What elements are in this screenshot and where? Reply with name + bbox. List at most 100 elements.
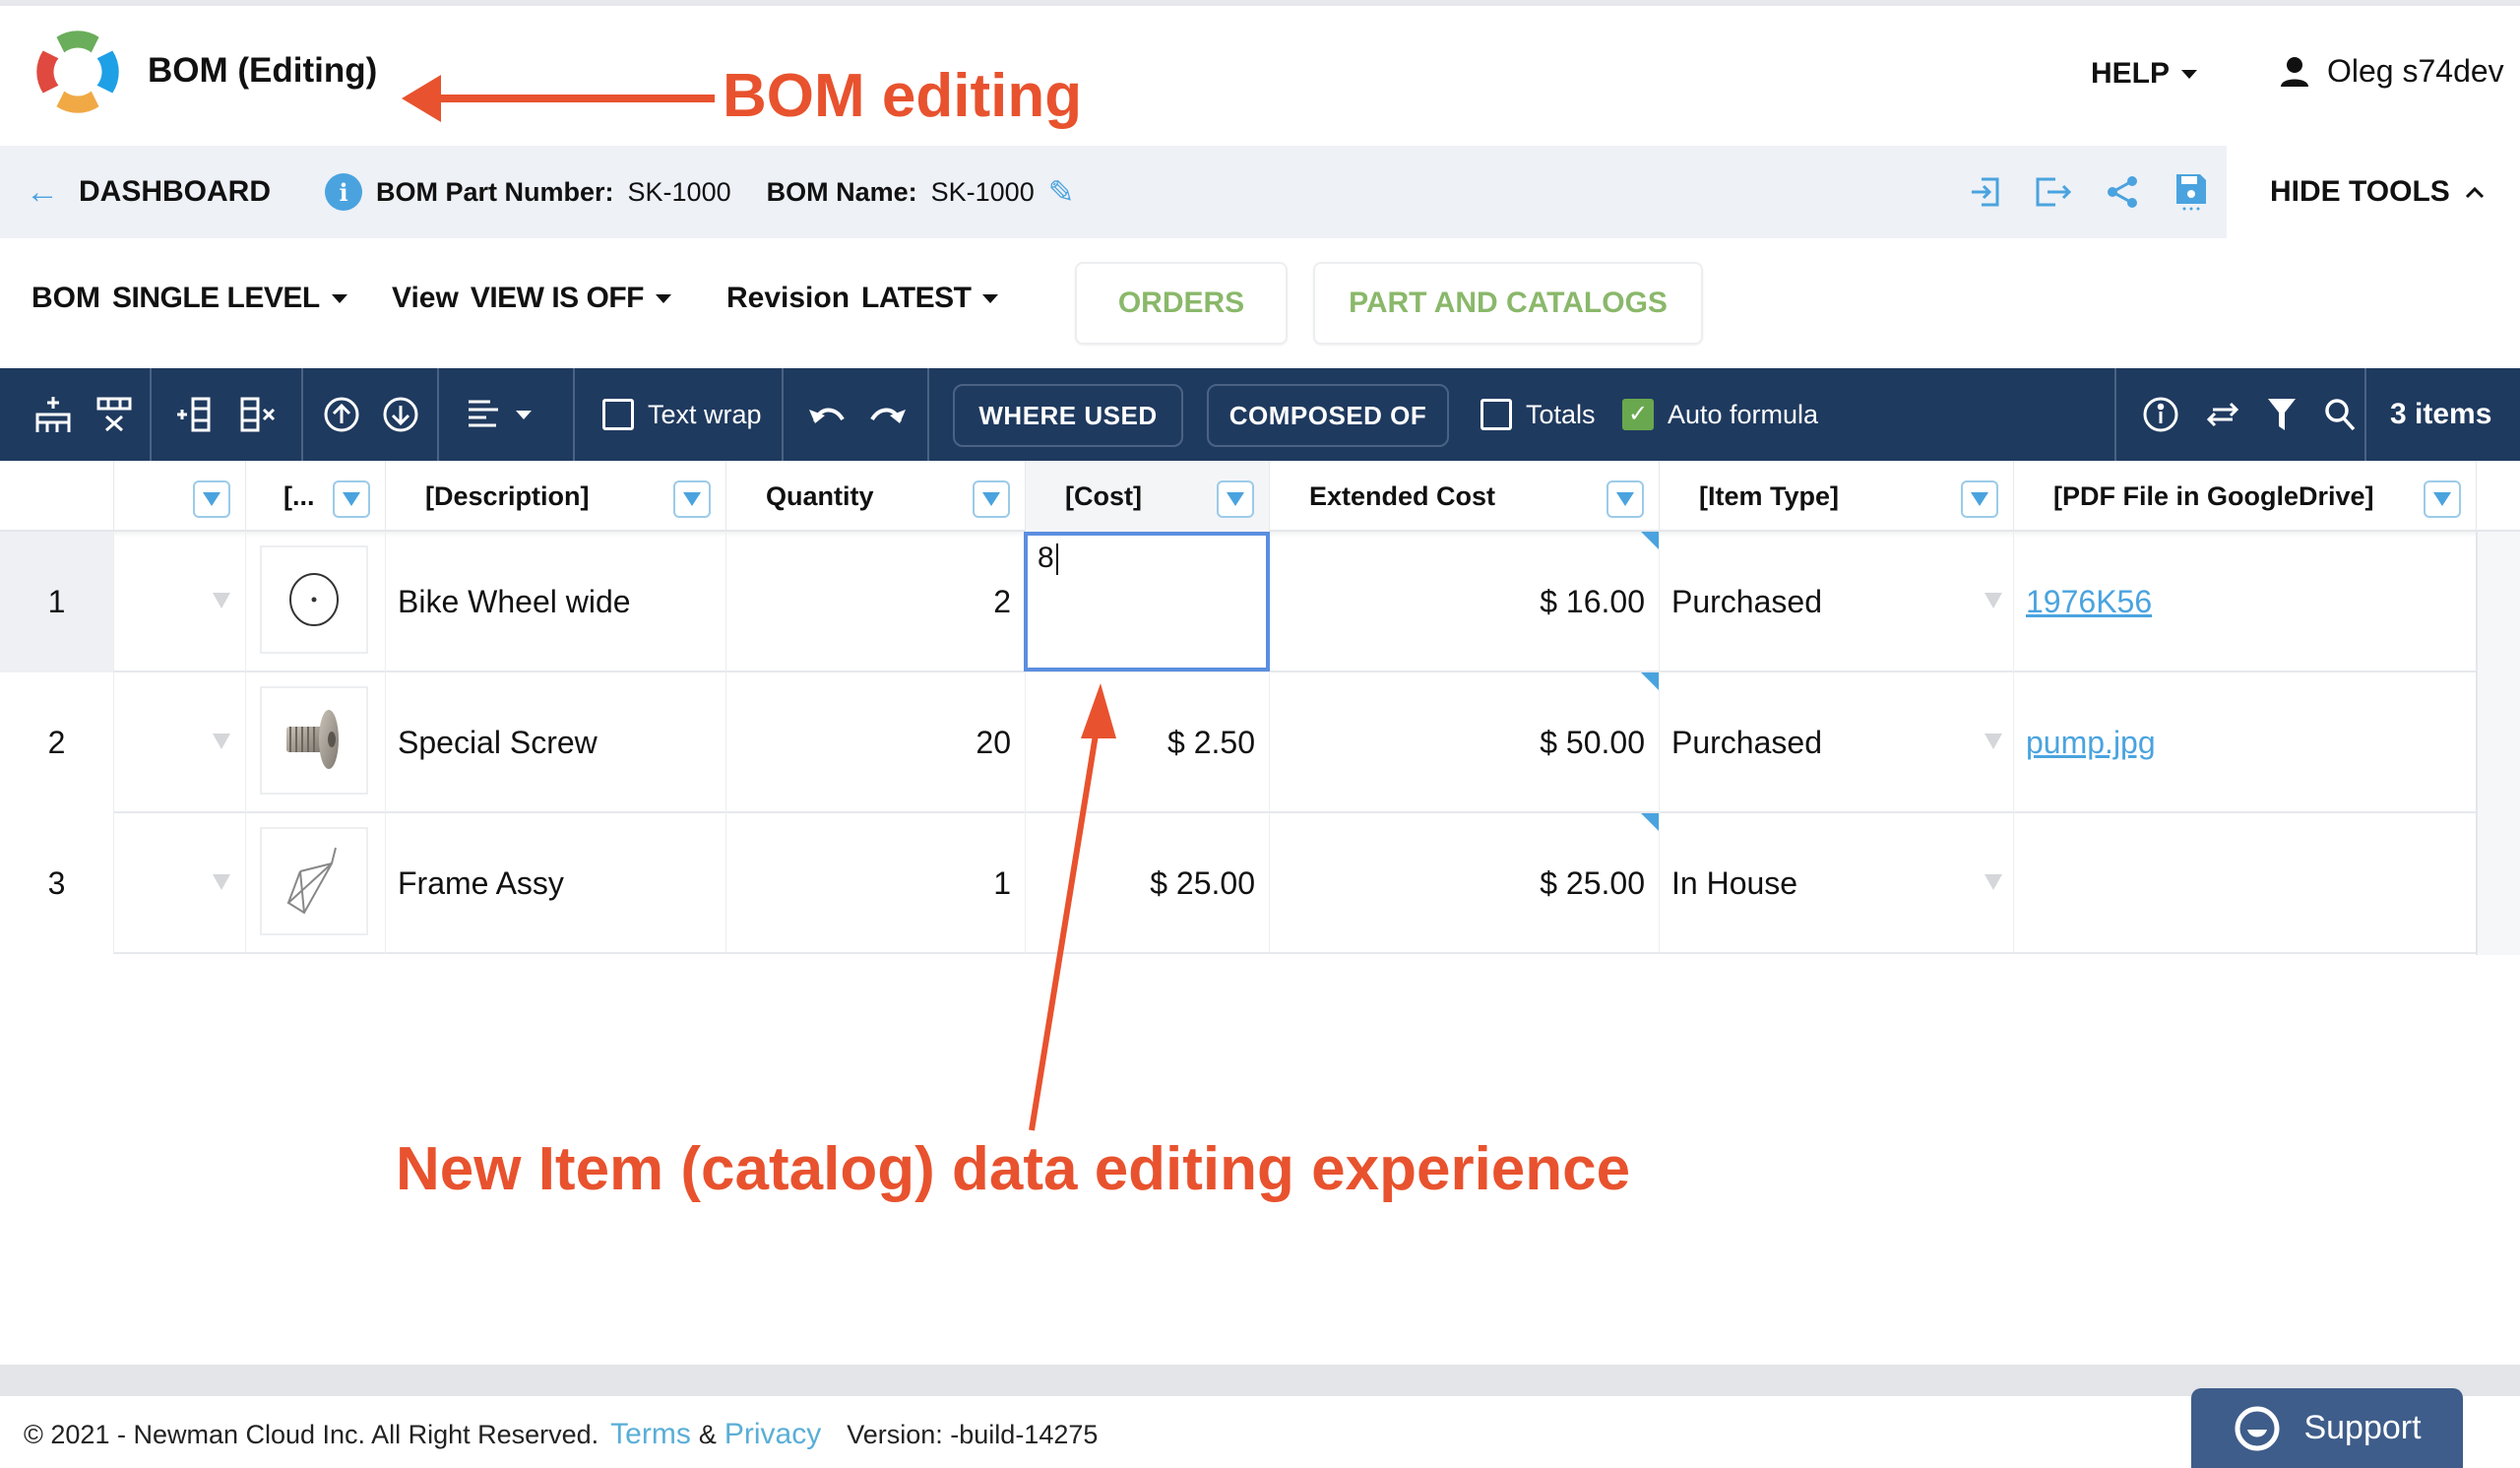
move-down-icon[interactable] — [382, 396, 419, 433]
bom-level-dropdown[interactable]: BOM SINGLE LEVEL — [32, 282, 347, 315]
special-screw-image[interactable] — [260, 686, 368, 795]
frame-assy-image[interactable] — [260, 827, 368, 935]
column-header-item-type[interactable]: [Item Type] — [1660, 461, 2014, 532]
item-type-cell[interactable]: Purchased — [1660, 532, 2014, 672]
save-icon[interactable] — [2172, 172, 2211, 212]
cost-cell[interactable]: $ 25.00 — [1026, 813, 1270, 954]
filter-dropdown-icon[interactable] — [2424, 480, 2461, 518]
import-icon[interactable] — [1965, 172, 2004, 212]
hide-tools-button[interactable]: HIDE TOOLS — [2270, 146, 2486, 238]
info-icon[interactable] — [2142, 396, 2179, 433]
bom-level-label: BOM — [32, 282, 100, 314]
support-label: Support — [2303, 1409, 2422, 1446]
description-cell[interactable]: Special Screw — [386, 672, 726, 813]
column-header-quantity[interactable]: Quantity — [726, 461, 1026, 532]
auto-formula-checkbox[interactable]: ✓ Auto formula — [1622, 368, 1818, 461]
image-cell[interactable] — [246, 813, 386, 954]
add-row-icon[interactable] — [33, 395, 73, 434]
table-row[interactable]: 3 Frame Assy 1 $ 25.00 $ 25.00 In House — [0, 813, 2477, 954]
image-cell[interactable] — [246, 672, 386, 813]
column-header-select[interactable] — [114, 461, 246, 532]
item-type-dropdown-icon[interactable] — [1984, 874, 2002, 890]
filter-dropdown-icon[interactable] — [1217, 480, 1254, 518]
toolbar-divider — [2364, 368, 2366, 461]
column-label: [Cost] — [1065, 480, 1142, 511]
support-smile-icon — [2235, 1406, 2280, 1450]
image-cell[interactable] — [246, 532, 386, 672]
description-cell[interactable]: Bike Wheel wide — [386, 532, 726, 672]
delete-column-icon[interactable] — [238, 395, 280, 434]
horizontal-scrollbar[interactable] — [0, 1365, 2520, 1396]
view-dropdown[interactable]: View VIEW IS OFF — [392, 282, 671, 315]
search-icon[interactable] — [2323, 397, 2357, 432]
toolbar-divider — [301, 368, 303, 461]
support-button[interactable]: Support — [2191, 1388, 2463, 1468]
table-row[interactable]: 2 Special Screw 20 $ 2.50 $ 50.00 Purcha… — [0, 672, 2477, 813]
item-type-dropdown-icon[interactable] — [1984, 734, 2002, 749]
row-dropdown-icon[interactable] — [213, 734, 230, 749]
delete-row-icon[interactable] — [94, 395, 134, 434]
share-icon[interactable] — [2103, 172, 2142, 212]
revision-dropdown[interactable]: Revision LATEST — [726, 282, 999, 315]
item-type-cell[interactable]: Purchased — [1660, 672, 2014, 813]
filter-icon[interactable] — [2266, 397, 2298, 432]
description-cell[interactable]: Frame Assy — [386, 813, 726, 954]
help-menu[interactable]: HELP — [2091, 57, 2198, 91]
terms-link[interactable]: Terms — [610, 1418, 691, 1451]
pdf-file-link[interactable]: pump.jpg — [2026, 725, 2156, 761]
column-label: [... — [284, 480, 315, 511]
extended-cost-cell[interactable]: $ 25.00 — [1270, 813, 1660, 954]
column-header-description[interactable]: [Description] — [386, 461, 726, 532]
auto-formula-label: Auto formula — [1668, 399, 1819, 429]
column-header-pdf-file[interactable]: [PDF File in GoogleDrive] — [2014, 461, 2477, 532]
caret-down-icon — [516, 410, 532, 419]
quantity-cell[interactable]: 1 — [726, 813, 1026, 954]
filter-dropdown-icon[interactable] — [193, 480, 230, 518]
row-dropdown-icon[interactable] — [213, 874, 230, 890]
table-toolbar: Text wrap WHERE USED COMPOSED OF Totals … — [0, 368, 2520, 461]
quantity-cell[interactable]: 2 — [726, 532, 1026, 672]
redo-icon[interactable] — [868, 400, 908, 429]
edit-pencil-icon[interactable]: ✎ — [1048, 173, 1075, 211]
row-dropdown-icon[interactable] — [213, 593, 230, 608]
column-header-image[interactable]: [... — [246, 461, 386, 532]
column-header-cost[interactable]: [Cost] — [1026, 461, 1270, 532]
move-up-icon[interactable] — [323, 396, 360, 433]
text-wrap-checkbox[interactable]: Text wrap — [602, 368, 762, 461]
row-select-cell[interactable] — [114, 813, 246, 954]
privacy-link[interactable]: Privacy — [724, 1418, 821, 1451]
row-select-cell[interactable] — [114, 532, 246, 672]
export-icon[interactable] — [2034, 172, 2073, 212]
filter-dropdown-icon[interactable] — [673, 480, 711, 518]
dashboard-link[interactable]: ← DASHBOARD — [26, 146, 271, 238]
row-select-cell[interactable] — [114, 672, 246, 813]
add-column-icon[interactable] — [175, 395, 217, 434]
part-and-catalogs-button[interactable]: PART AND CATALOGS — [1313, 262, 1703, 345]
align-dropdown[interactable] — [467, 368, 532, 461]
bike-wheel-image[interactable] — [260, 545, 368, 654]
where-used-button[interactable]: WHERE USED — [953, 384, 1183, 447]
user-menu[interactable]: Oleg s74dev — [2280, 53, 2504, 90]
bike-frame-icon — [286, 847, 337, 915]
extended-cost-cell[interactable]: $ 50.00 — [1270, 672, 1660, 813]
column-header-extended-cost[interactable]: Extended Cost — [1270, 461, 1660, 532]
undo-icon[interactable] — [807, 400, 847, 429]
composed-of-button[interactable]: COMPOSED OF — [1207, 384, 1449, 447]
swap-icon[interactable] — [2205, 400, 2240, 429]
filter-dropdown-icon[interactable] — [973, 480, 1010, 518]
filter-dropdown-icon[interactable] — [1961, 480, 1998, 518]
quantity-cell[interactable]: 20 — [726, 672, 1026, 813]
filter-dropdown-icon[interactable] — [1606, 480, 1644, 518]
hide-tools-label: HIDE TOOLS — [2270, 175, 2450, 208]
item-type-dropdown-icon[interactable] — [1984, 593, 2002, 608]
cost-cell[interactable]: $ 2.50 — [1026, 672, 1270, 813]
pdf-file-link[interactable]: 1976K56 — [2026, 584, 2152, 620]
filter-dropdown-icon[interactable] — [333, 480, 370, 518]
orders-button[interactable]: ORDERS — [1075, 262, 1288, 345]
cost-edit-input[interactable]: 8 — [1024, 532, 1270, 671]
totals-checkbox[interactable]: Totals — [1480, 368, 1596, 461]
extended-cost-cell[interactable]: $ 16.00 — [1270, 532, 1660, 672]
app-logo-icon[interactable] — [30, 24, 126, 120]
item-type-cell[interactable]: In House — [1660, 813, 2014, 954]
info-icon[interactable]: i — [325, 173, 362, 211]
